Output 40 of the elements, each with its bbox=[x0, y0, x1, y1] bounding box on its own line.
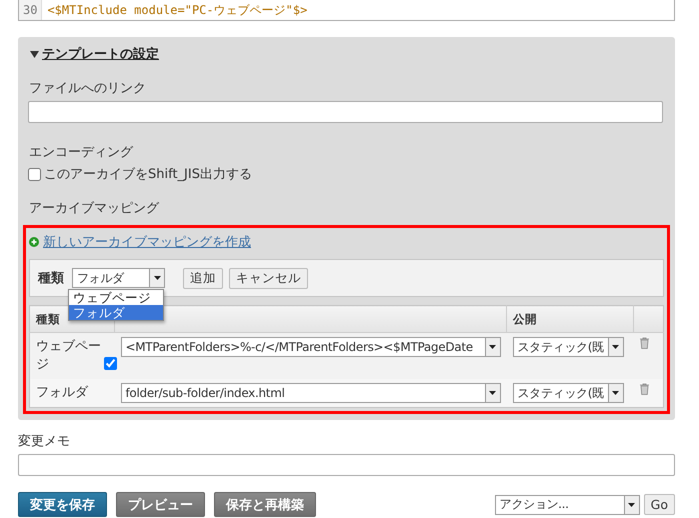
create-mapping-link[interactable]: 新しいアーカイブマッピングを作成 bbox=[29, 233, 664, 251]
field-label: エンコーディング bbox=[29, 144, 134, 161]
table-cell-text: フォルダ bbox=[36, 384, 90, 401]
action-select[interactable]: アクション... bbox=[494, 494, 640, 514]
field-label: 変更メモ bbox=[18, 433, 71, 450]
checkbox-label: このアーカイブをShift_JIS出力する bbox=[44, 166, 252, 183]
action-button[interactable]: 変更を保存 bbox=[18, 492, 107, 517]
cancel-button[interactable]: キャンセル bbox=[229, 268, 308, 288]
column-header: 公開 bbox=[506, 306, 634, 332]
memo-input[interactable] bbox=[18, 454, 675, 476]
publish-select[interactable]: スタティック(既 bbox=[512, 337, 624, 357]
plus-icon bbox=[29, 237, 39, 247]
type-label: 種類 bbox=[38, 270, 64, 287]
line-number: 30 bbox=[19, 0, 42, 20]
caret-icon bbox=[612, 391, 619, 395]
add-button[interactable]: 追加 bbox=[183, 268, 223, 288]
type-select[interactable]: フォルダ bbox=[72, 268, 165, 288]
trash-icon[interactable] bbox=[639, 383, 650, 395]
link-input[interactable] bbox=[28, 101, 663, 123]
caret-icon bbox=[489, 345, 496, 349]
path-combo[interactable]: folder/sub-folder/index.html bbox=[120, 383, 500, 403]
menu-option[interactable]: フォルダ bbox=[69, 305, 163, 320]
code-line: <$MTInclude module="PC-ウェブページ"$> bbox=[46, 2, 308, 18]
action-button[interactable]: プレビュー bbox=[116, 492, 205, 517]
action-button[interactable]: 保存と再構築 bbox=[214, 492, 316, 517]
caret-icon bbox=[612, 345, 619, 349]
path-combo[interactable]: <MTParentFolders>%-c/</MTParentFolders><$MTPageDate bbox=[120, 337, 500, 357]
field-label: ファイルへのリンク bbox=[29, 80, 147, 97]
caret-icon bbox=[628, 502, 636, 506]
caret-icon bbox=[489, 391, 496, 395]
preferred-checkbox[interactable] bbox=[104, 357, 117, 370]
caret-icon bbox=[154, 276, 160, 280]
go-button[interactable]: Go bbox=[644, 494, 675, 515]
menu-option[interactable]: ウェブページ bbox=[69, 290, 163, 305]
publish-select[interactable]: スタティック(既 bbox=[512, 383, 624, 403]
trash-icon[interactable] bbox=[639, 337, 650, 349]
field-label: アーカイブマッピング bbox=[29, 200, 160, 217]
checkbox[interactable] bbox=[28, 168, 41, 180]
triangle-icon bbox=[30, 50, 39, 58]
table-cell-text: ウェブページ bbox=[36, 338, 102, 373]
